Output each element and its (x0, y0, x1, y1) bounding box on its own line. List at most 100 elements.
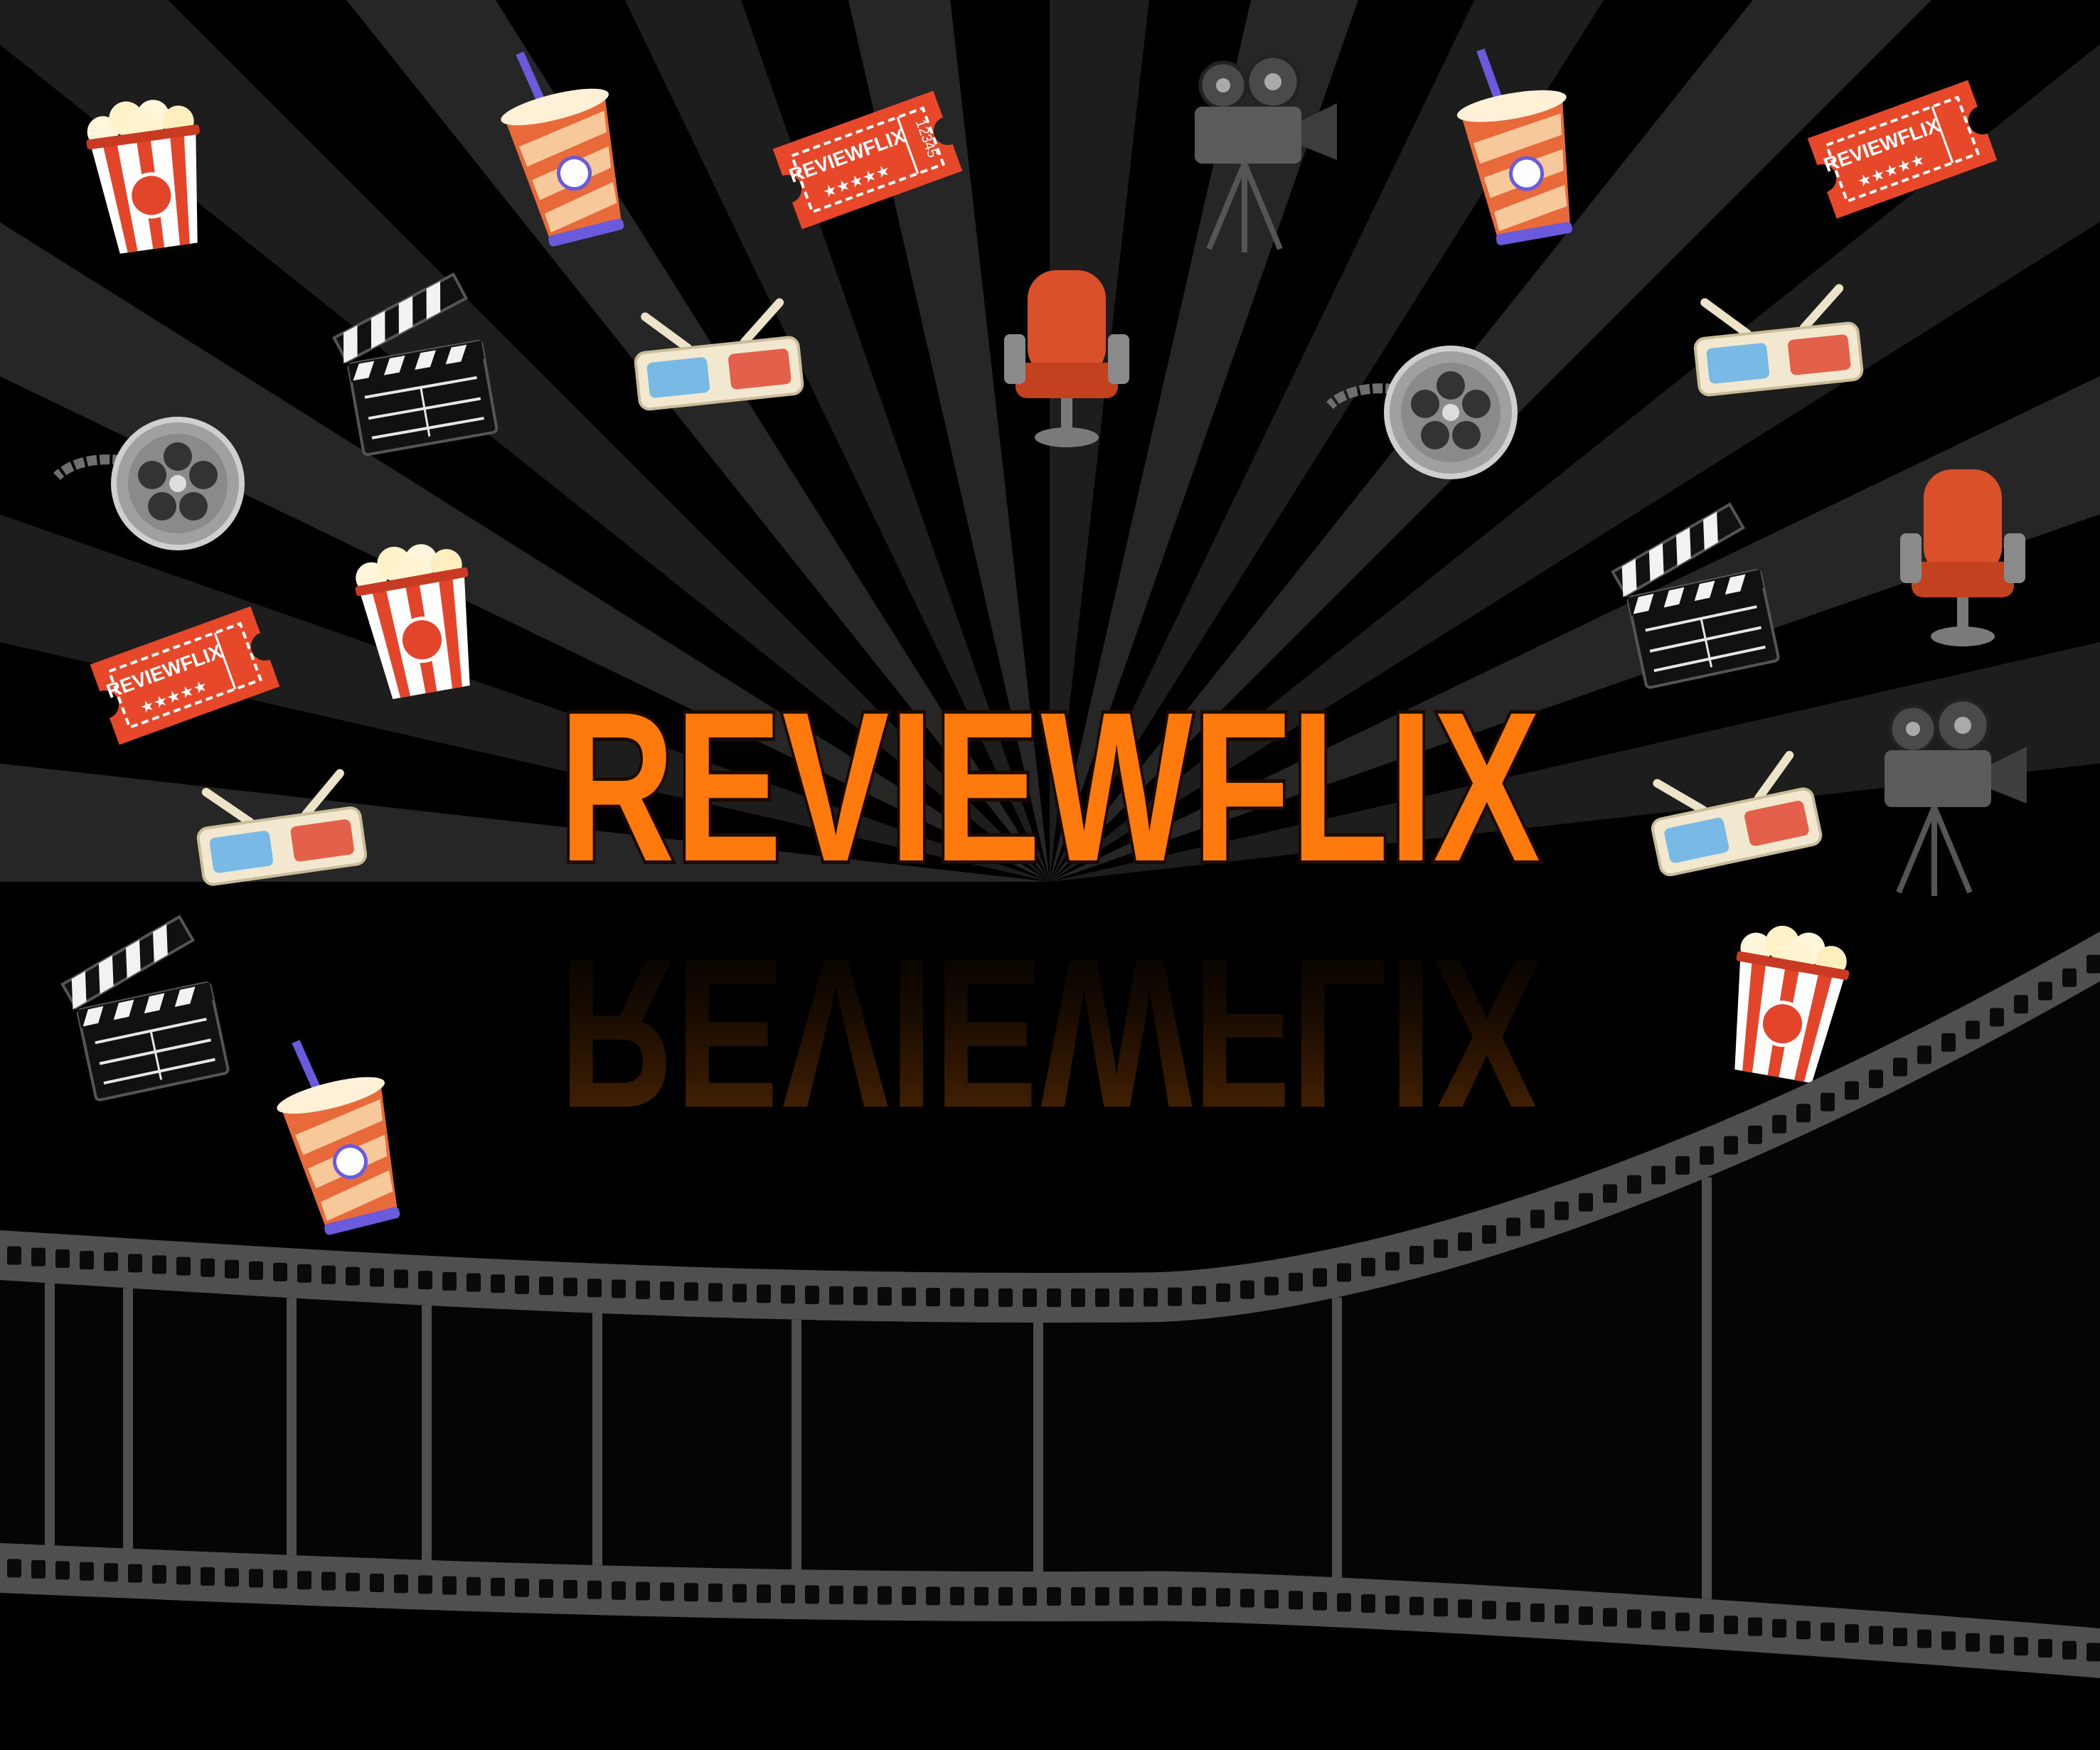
film-sprocket-hole (176, 1566, 191, 1585)
film-sprocket-hole (491, 1274, 505, 1293)
brand-title-reflection-text: REVIEWFLIX (559, 914, 1541, 1153)
film-sprocket-hole (1869, 1069, 1883, 1089)
film-sprocket-hole (1071, 1288, 1085, 1307)
film-sprocket-hole (732, 1284, 747, 1303)
film-sprocket-hole (7, 1559, 21, 1578)
film-sprocket-hole (563, 1277, 577, 1296)
film-sprocket-hole (1144, 1288, 1158, 1307)
film-sprocket-hole (1845, 1081, 1859, 1100)
film-sprocket-hole (249, 1261, 263, 1280)
film-sprocket-hole (1240, 1280, 1254, 1299)
film-sprocket-hole (1361, 1257, 1375, 1276)
film-sprocket-hole (297, 1571, 311, 1590)
film-sprocket-hole (539, 1276, 553, 1296)
film-sprocket-hole (1796, 1104, 1811, 1123)
film-sprocket-hole (587, 1279, 602, 1298)
film-sprocket-hole (1385, 1595, 1400, 1614)
film-sprocket-hole (80, 1251, 94, 1270)
film-sprocket-hole (1700, 1146, 1714, 1165)
film-frame-divider (45, 1283, 55, 1545)
film-sprocket-hole (1047, 1586, 1061, 1606)
banner-artwork: REVIEWFLIX REVIEWFLIX REVIEWFLIX ★★★★★ 1… (0, 0, 2100, 1750)
film-sprocket-hole (829, 1286, 843, 1305)
film-sprocket-hole (974, 1288, 988, 1307)
film-sprocket-hole (757, 1284, 771, 1303)
film-sprocket-hole (273, 1569, 287, 1589)
film-sprocket-hole (321, 1572, 336, 1591)
film-sprocket-hole (708, 1583, 723, 1602)
film-sprocket-hole (1095, 1288, 1109, 1307)
film-sprocket-hole (1409, 1596, 1424, 1616)
film-sprocket-hole (660, 1582, 674, 1601)
film-sprocket-hole (176, 1257, 191, 1276)
film-sprocket-hole (1289, 1272, 1303, 1291)
film-sprocket-hole (515, 1275, 529, 1294)
film-sprocket-hole (1941, 1631, 1956, 1650)
film-sprocket-hole (1313, 1268, 1327, 1287)
film-sprocket-hole (442, 1271, 457, 1291)
film-sprocket-hole (2062, 968, 2077, 987)
film-sprocket-hole (1700, 1614, 1714, 1633)
film-sprocket-hole (1144, 1586, 1158, 1606)
film-sprocket-hole (1772, 1618, 1786, 1638)
film-sprocket-hole (2038, 1638, 2052, 1658)
film-sprocket-hole (878, 1287, 892, 1306)
film-sprocket-hole (853, 1586, 868, 1605)
film-sprocket-hole (1530, 1210, 1545, 1229)
film-sprocket-hole (2086, 954, 2100, 973)
film-frame-divider (1033, 1322, 1043, 1572)
film-sprocket-hole (152, 1255, 166, 1274)
film-sprocket-hole (1385, 1252, 1400, 1271)
film-sprocket-hole (297, 1264, 311, 1283)
film-sprocket-hole (781, 1285, 795, 1304)
film-sprocket-hole (1168, 1287, 1182, 1306)
film-sprocket-hole (1216, 1283, 1230, 1302)
film-frame-divider (1332, 1297, 1342, 1578)
film-sprocket-hole (1555, 1605, 1569, 1624)
film-sprocket-hole (225, 1259, 239, 1279)
film-sprocket-hole (1990, 1008, 2004, 1027)
film-sprocket-hole (104, 1563, 118, 1582)
film-sprocket-hole (805, 1286, 819, 1305)
film-sprocket-hole (1627, 1175, 1641, 1194)
film-sprocket-hole (1627, 1609, 1641, 1628)
film-sprocket-hole (1869, 1626, 1883, 1645)
film-sprocket-hole (974, 1586, 988, 1606)
film-sprocket-hole (1966, 1020, 1980, 1040)
film-sprocket-hole (2014, 1637, 2028, 1656)
reviewflix-banner: REVIEWFLIX REVIEWFLIX REVIEWFLIX ★★★★★ 1… (0, 0, 2100, 1750)
film-sprocket-hole (1506, 1602, 1520, 1621)
film-sprocket-hole (1458, 1599, 1472, 1618)
film-sprocket-hole (1579, 1193, 1593, 1212)
film-sprocket-hole (1893, 1628, 1907, 1647)
film-sprocket-hole (1023, 1586, 1037, 1606)
film-sprocket-hole (418, 1271, 432, 1290)
film-sprocket-hole (1579, 1606, 1593, 1626)
film-sprocket-hole (370, 1574, 384, 1593)
film-sprocket-hole (636, 1280, 650, 1299)
film-sprocket-hole (1409, 1246, 1424, 1265)
film-frame-divider (287, 1298, 297, 1555)
film-sprocket-hole (346, 1266, 360, 1286)
film-sprocket-hole (128, 1564, 142, 1583)
film-sprocket-hole (998, 1288, 1013, 1307)
film-frame-divider (123, 1288, 133, 1549)
film-frame-divider (422, 1305, 432, 1560)
film-sprocket-hole (950, 1288, 964, 1307)
film-sprocket-hole (1071, 1586, 1085, 1606)
film-sprocket-hole (1603, 1184, 1617, 1203)
film-sprocket-hole (1119, 1586, 1134, 1606)
film-sprocket-hole (201, 1258, 215, 1277)
film-sprocket-hole (346, 1572, 360, 1591)
film-sprocket-hole (1337, 1593, 1351, 1612)
film-sprocket-hole (1990, 1635, 2004, 1654)
film-sprocket-hole (491, 1577, 505, 1596)
film-sprocket-hole (1941, 1033, 1956, 1052)
film-sprocket-hole (31, 1247, 46, 1266)
film-frame-divider (592, 1313, 602, 1566)
film-sprocket-hole (7, 1246, 21, 1265)
film-sprocket-hole (1651, 1165, 1665, 1185)
film-sprocket-hole (1361, 1594, 1375, 1613)
film-sprocket-hole (2086, 1643, 2100, 1662)
film-sprocket-hole (1917, 1045, 1931, 1065)
